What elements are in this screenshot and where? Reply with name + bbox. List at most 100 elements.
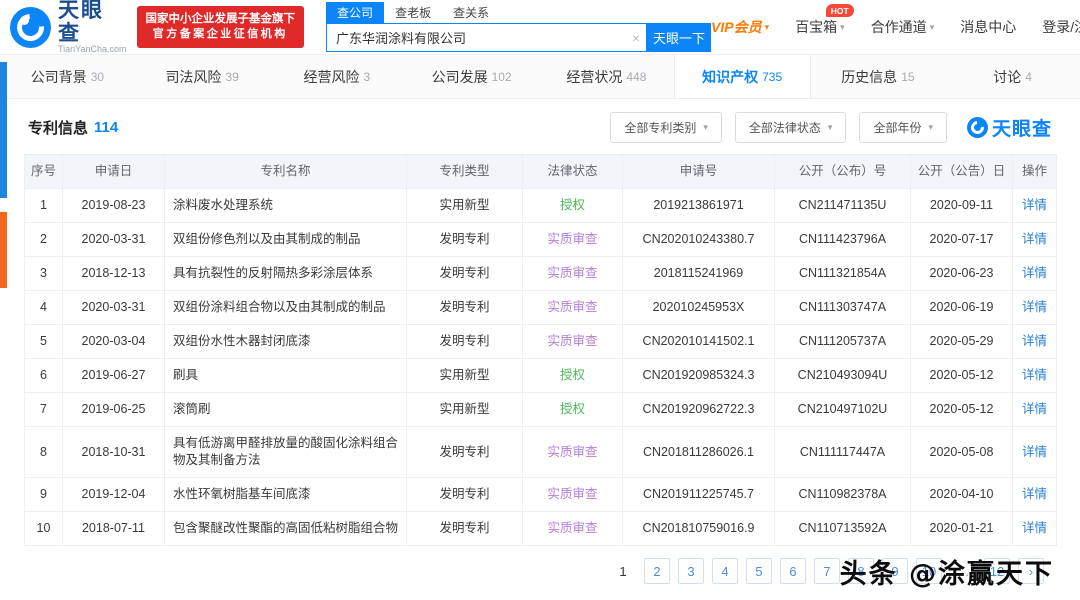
detail-link[interactable]: 详情 (1022, 402, 1047, 416)
top-nav-item[interactable]: 消息中心 (960, 17, 1016, 37)
logo-brand-text: 天眼查 (58, 0, 127, 45)
section-tab[interactable]: 司法风险 39 (135, 55, 270, 98)
patent-type: 发明专利 (407, 427, 523, 478)
patent-name: 双组份水性木器封闭底漆 (165, 325, 407, 359)
table-row: 6 2019-06-27 刷具 实用新型 授权 CN201920985324.3… (25, 359, 1057, 393)
row-index: 7 (25, 393, 63, 427)
patent-type: 发明专利 (407, 223, 523, 257)
action-cell: 详情 (1013, 512, 1057, 546)
cert-badge-line2: 官方备案企业征信机构 (146, 27, 296, 43)
page-button[interactable]: 8 (848, 558, 874, 584)
detail-link[interactable]: 详情 (1022, 266, 1047, 280)
column-header: 序号 (25, 155, 63, 189)
section-tab-label: 历史信息 (841, 67, 897, 87)
application-number: CN202010243380.7 (623, 223, 775, 257)
page-button[interactable]: 7 (814, 558, 840, 584)
tianyancha-mini-icon (967, 117, 988, 138)
tianyancha-logo[interactable]: 天眼查 TianYanCha.com (10, 0, 127, 55)
detail-link[interactable]: 详情 (1022, 232, 1047, 246)
column-header: 操作 (1013, 155, 1057, 189)
publication-number: CN211471135U (775, 189, 911, 223)
patent-name: 涂料废水处理系统 (165, 189, 407, 223)
section-tab[interactable]: 知识产权 735 (674, 55, 811, 98)
page-button[interactable]: … (950, 558, 976, 584)
publication-date: 2020-05-12 (911, 393, 1013, 427)
page-button[interactable]: 6 (780, 558, 806, 584)
page-button[interactable]: 12 (984, 558, 1010, 584)
clear-icon[interactable]: × (632, 31, 640, 45)
table-row: 8 2018-10-31 具有低游离甲醛排放量的酸固化涂料组合物及其制备方法 发… (25, 427, 1057, 478)
top-nav-item[interactable]: VIP会员 ▾ (711, 17, 769, 37)
detail-link[interactable]: 详情 (1022, 445, 1047, 459)
application-number: CN201810759016.9 (623, 512, 775, 546)
search-type-tabs: 查公司 查老板 查关系 (326, 2, 711, 23)
legal-status: 实质审查 (523, 427, 623, 478)
patent-name: 具有抗裂性的反射隔热多彩涂层体系 (165, 257, 407, 291)
detail-link[interactable]: 详情 (1022, 198, 1047, 212)
search-button[interactable]: 天眼一下 (647, 23, 711, 52)
publication-number: CN111303747A (775, 291, 911, 325)
column-header: 申请号 (623, 155, 775, 189)
filter-dropdown[interactable]: 全部年份 ▾ (859, 112, 947, 143)
section-tab-label: 讨论 (993, 67, 1021, 87)
left-edge-orange-strip (0, 212, 7, 288)
application-number: CN201911225745.7 (623, 478, 775, 512)
page-button[interactable]: 1 (610, 558, 636, 584)
application-date: 2018-07-11 (63, 512, 165, 546)
status-badge: 授权 (560, 198, 585, 212)
filter-dropdown[interactable]: 全部专利类别 ▾ (610, 112, 722, 143)
publication-number: CN111423796A (775, 223, 911, 257)
action-cell: 详情 (1013, 325, 1057, 359)
column-header: 申请日 (63, 155, 165, 189)
patent-count: 114 (94, 119, 118, 136)
page-button[interactable]: 2 (644, 558, 670, 584)
page-button[interactable]: 3 (678, 558, 704, 584)
status-badge: 实质审查 (547, 300, 597, 314)
search-input[interactable] (327, 24, 646, 51)
section-tab-label: 司法风险 (165, 67, 221, 87)
section-tab[interactable]: 公司发展 102 (404, 55, 539, 98)
detail-link[interactable]: 详情 (1022, 487, 1047, 501)
table-row: 3 2018-12-13 具有抗裂性的反射隔热多彩涂层体系 发明专利 实质审查 … (25, 257, 1057, 291)
legal-status: 实质审查 (523, 325, 623, 359)
table-row: 2 2020-03-31 双组份修色剂以及由其制成的制品 发明专利 实质审查 C… (25, 223, 1057, 257)
logo-domain-text: TianYanCha.com (58, 45, 127, 55)
top-nav-label: 合作通道 (871, 17, 927, 37)
search-type-tab[interactable]: 查老板 (384, 2, 442, 23)
row-index: 2 (25, 223, 63, 257)
search-type-tab[interactable]: 查公司 (326, 2, 384, 23)
page-button[interactable]: 9 (882, 558, 908, 584)
patent-type: 发明专利 (407, 478, 523, 512)
patent-type: 发明专利 (407, 257, 523, 291)
top-nav-item[interactable]: 登录/注册 (1042, 17, 1080, 37)
row-index: 10 (25, 512, 63, 546)
detail-link[interactable]: 详情 (1022, 521, 1047, 535)
legal-status: 授权 (523, 393, 623, 427)
search-type-tab[interactable]: 查关系 (442, 2, 500, 23)
table-row: 1 2019-08-23 涂料废水处理系统 实用新型 授权 2019213861… (25, 189, 1057, 223)
top-nav-item[interactable]: HOT 百宝箱 ▾ (795, 17, 845, 37)
detail-link[interactable]: 详情 (1022, 300, 1047, 314)
section-tab-count: 4 (1025, 70, 1032, 84)
status-badge: 实质审查 (547, 334, 597, 348)
row-index: 5 (25, 325, 63, 359)
detail-link[interactable]: 详情 (1022, 334, 1047, 348)
section-tab[interactable]: 经营风险 3 (270, 55, 405, 98)
publication-date: 2020-06-19 (911, 291, 1013, 325)
filter-dropdown[interactable]: 全部法律状态 ▾ (735, 112, 847, 143)
publication-number: CN210497102U (775, 393, 911, 427)
detail-link[interactable]: 详情 (1022, 368, 1047, 382)
top-nav-item[interactable]: 合作通道 ▾ (871, 17, 935, 37)
section-tab[interactable]: 讨论 4 (945, 55, 1080, 98)
action-cell: 详情 (1013, 478, 1057, 512)
certification-badge: 国家中小企业发展子基金旗下 官方备案企业征信机构 (137, 6, 305, 49)
page-button[interactable]: › (1018, 558, 1044, 584)
page-button[interactable]: 10 (916, 558, 942, 584)
cert-badge-line1: 国家中小企业发展子基金旗下 (146, 11, 296, 28)
section-tab[interactable]: 历史信息 15 (811, 55, 946, 98)
page-button[interactable]: 5 (746, 558, 772, 584)
page-button[interactable]: 4 (712, 558, 738, 584)
section-tab[interactable]: 经营状况 448 (539, 55, 674, 98)
chevron-down-icon: ▾ (840, 22, 845, 33)
section-tab[interactable]: 公司背景 30 (0, 55, 135, 98)
